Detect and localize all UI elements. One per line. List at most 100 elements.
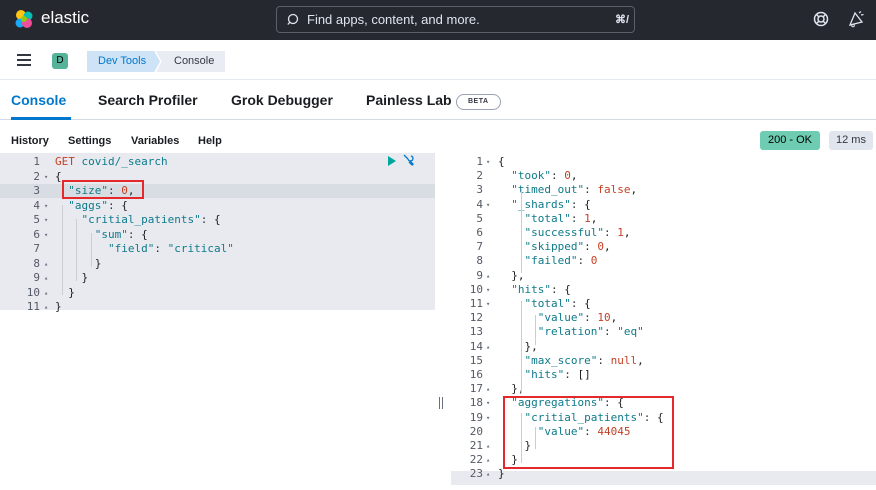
- menu-settings[interactable]: Settings: [68, 135, 111, 147]
- space-avatar[interactable]: D: [52, 53, 68, 69]
- line-number: 22: [469, 453, 483, 467]
- code-line: "aggs": {: [68, 198, 128, 212]
- code-line: "failed": 0: [524, 254, 598, 268]
- line-number: 10: [26, 285, 40, 299]
- line-number: 6: [476, 226, 483, 239]
- menu-variables[interactable]: Variables: [131, 135, 179, 147]
- line-number: 2: [33, 169, 40, 183]
- indent-guide: [521, 301, 522, 393]
- line-number: 15: [469, 353, 483, 367]
- fold-end-icon: ▴: [44, 303, 49, 311]
- code-line: {: [498, 155, 505, 168]
- help-icon[interactable]: [812, 10, 830, 28]
- line-number: 1: [33, 155, 40, 168]
- global-search[interactable]: Find apps, content, and more. ⌘/: [276, 6, 635, 33]
- code-line: "skipped": 0,: [524, 240, 611, 254]
- fold-toggle-icon[interactable]: ▾: [44, 228, 48, 242]
- code-line: "successful": 1,: [524, 226, 631, 239]
- line-number: 20: [469, 424, 483, 438]
- status-badge: 200 - OK: [760, 131, 821, 150]
- line-number: 14: [469, 339, 483, 353]
- search-input[interactable]: Find apps, content, and more.: [307, 12, 480, 27]
- fold-toggle-icon[interactable]: ▾: [486, 411, 490, 425]
- line-number: 21: [469, 439, 483, 452]
- line-number: 9: [33, 271, 40, 284]
- line-number: 18: [469, 396, 483, 410]
- fold-end-icon: ▴: [486, 442, 491, 450]
- code-line: "hits": []: [524, 368, 591, 381]
- line-number: 3: [33, 184, 40, 197]
- line-number: 7: [476, 240, 483, 254]
- indent-guide: [535, 315, 536, 345]
- fold-end-icon: ▴: [486, 385, 491, 394]
- fold-toggle-icon[interactable]: ▾: [44, 213, 48, 227]
- fold-toggle-icon[interactable]: ▾: [486, 396, 490, 410]
- code-line: "took": 0,: [511, 169, 578, 183]
- tab-search-profiler[interactable]: Search Profiler: [98, 92, 198, 108]
- breadcrumb-bar: D Dev Tools Console: [0, 40, 876, 80]
- tab-painless-lab[interactable]: Painless Lab: [366, 92, 452, 108]
- fold-toggle-icon[interactable]: ▾: [44, 199, 48, 213]
- fold-toggle-icon[interactable]: ▾: [486, 283, 490, 297]
- indent-guide: [521, 189, 522, 273]
- code-line: "hits": {: [511, 282, 571, 296]
- code-line: },: [498, 339, 538, 353]
- fold-toggle-icon[interactable]: ▾: [486, 155, 490, 169]
- run-icon[interactable]: [387, 155, 397, 167]
- line-number: 9: [476, 268, 483, 282]
- fold-toggle-icon[interactable]: ▾: [44, 170, 48, 184]
- line-number: 12: [469, 311, 483, 325]
- fold-toggle-icon[interactable]: ▾: [486, 198, 490, 212]
- code-line: }: [498, 467, 505, 481]
- brand-name[interactable]: elastic: [41, 8, 89, 28]
- code-line: "max_score": null,: [524, 353, 644, 367]
- breadcrumb-console: Console: [156, 51, 226, 72]
- code-line: "sum": {: [94, 227, 148, 241]
- elastic-logo-icon[interactable]: [14, 9, 34, 29]
- newsfeed-icon[interactable]: [847, 10, 865, 28]
- line-number: 1: [476, 155, 483, 168]
- line-number: 3: [476, 183, 483, 197]
- line-number: 8: [476, 254, 483, 268]
- code-line: GET covid/_search: [55, 155, 168, 168]
- request-editor[interactable]: 1 2 ▾ 3 4 ▾ 5 ▾ 6 ▾ 7 8 ▴ 9 ▴ 10 ▴ 11 ▴ GET covid/_search{…: [0, 153, 435, 490]
- code-line: {: [55, 169, 62, 183]
- wrench-icon[interactable]: [401, 153, 415, 167]
- search-shortcut: ⌘/: [615, 14, 630, 26]
- line-number: 11: [26, 300, 40, 313]
- indent-guide: [91, 233, 92, 267]
- code-line: "field": "critical": [107, 242, 234, 255]
- code-line: }: [55, 300, 62, 313]
- line-number: 6: [33, 227, 40, 241]
- search-icon: [287, 13, 299, 25]
- pane-resize-handle[interactable]: [439, 397, 443, 409]
- dev-tools-tabs: Console Search Profiler Grok Debugger Pa…: [0, 80, 876, 120]
- size-highlight-box: [62, 180, 144, 199]
- fold-toggle-icon[interactable]: ▾: [486, 297, 490, 311]
- line-number: 5: [476, 211, 483, 225]
- code-line: "value": 10,: [537, 311, 618, 325]
- line-number: 10: [469, 282, 483, 296]
- fold-end-icon: ▴: [486, 470, 491, 479]
- top-header: elastic Find apps, content, and more. ⌘/: [0, 0, 876, 40]
- aggregations-highlight-box: [503, 396, 674, 469]
- code-line: "critial_patients": {: [81, 213, 221, 226]
- line-number: 4: [476, 197, 483, 211]
- code-line: "relation": "eq": [537, 325, 644, 339]
- code-line: "total": {: [524, 297, 591, 310]
- fold-end-icon: ▴: [486, 271, 491, 280]
- fold-end-icon: ▴: [44, 259, 49, 268]
- line-number: 19: [469, 410, 483, 424]
- menu-help[interactable]: Help: [198, 135, 222, 147]
- menu-history[interactable]: History: [11, 135, 49, 147]
- fold-end-icon: ▴: [44, 274, 49, 282]
- menu-icon[interactable]: [17, 54, 31, 66]
- beta-badge: BETA: [456, 94, 501, 110]
- tab-grok-debugger[interactable]: Grok Debugger: [231, 92, 333, 108]
- breadcrumb-dev-tools[interactable]: Dev Tools: [87, 51, 161, 72]
- tab-console[interactable]: Console: [11, 92, 66, 108]
- line-number: 2: [476, 169, 483, 183]
- line-number: 8: [33, 256, 40, 270]
- code-line: "_shards": {: [511, 197, 591, 211]
- line-number: 5: [33, 213, 40, 226]
